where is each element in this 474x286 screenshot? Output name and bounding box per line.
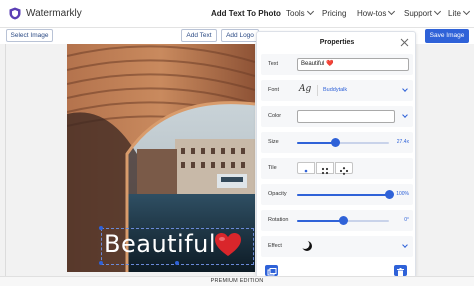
opacity-row: Opacity 100% [261,184,413,205]
color-label: Color [268,113,282,119]
close-icon[interactable] [400,38,409,47]
slider-fill [297,142,336,144]
nav-add-text-to-photo[interactable]: Add Text To Photo [211,9,281,18]
chevron-down-icon [388,7,396,16]
rotation-value: 0° [404,217,409,223]
rotation-row: Rotation 0° [261,210,413,231]
resize-handle[interactable] [99,261,103,265]
slider-fill [297,220,343,222]
duplicate-button[interactable] [265,265,278,276]
chevron-down-icon [306,7,314,16]
effect-row[interactable]: Effect [261,236,413,257]
opacity-label: Opacity [268,191,287,197]
chevron-down-icon[interactable] [402,242,408,248]
moon-effect-icon [301,240,312,251]
opacity-slider-thumb[interactable] [384,190,394,199]
nav-tools[interactable]: Tools [286,7,314,18]
watermark-text[interactable]: Beautiful [104,230,216,258]
text-input[interactable]: Beautiful ❤️ [297,58,409,71]
top-navigation: Watermarkly Add Text To Photo Tools Pric… [0,0,474,28]
tile-label: Tile [268,165,277,171]
font-icon: Ag [299,84,312,94]
delete-button[interactable] [394,265,407,277]
tile-diamond-icon [339,167,349,175]
nav-how-tos[interactable]: How-tos [357,7,396,18]
brand-name[interactable]: Watermarkly [26,8,82,19]
properties-panel: Properties Text Beautiful ❤️ Font Ag Bud… [256,31,416,278]
nav-support[interactable]: Support [404,7,442,18]
rotation-slider-thumb[interactable] [338,216,348,225]
chevron-down-icon[interactable] [402,112,408,118]
nav-tools-label: Tools [286,9,305,18]
chevron-down-icon[interactable] [402,86,408,92]
color-picker[interactable] [297,110,395,123]
tile-single-icon [304,169,308,173]
color-row: Color [261,106,413,127]
rotation-slider[interactable] [297,216,389,225]
tile-diamond-button[interactable] [335,162,353,175]
text-label: Text [268,61,279,67]
panel-title: Properties [319,39,355,46]
resize-handle[interactable] [99,226,103,230]
size-row: Size 27.4x [261,132,413,153]
text-row: Text Beautiful ❤️ [261,54,413,75]
tile-single-button[interactable] [297,162,315,174]
heart-icon [215,233,241,256]
nav-lite-label: Lite [448,9,461,18]
font-row[interactable]: Font Ag Buddytalk [261,80,413,101]
opacity-slider[interactable] [297,190,394,199]
nav-support-label: Support [404,9,433,18]
shield-logo-icon[interactable] [9,7,21,20]
size-slider[interactable] [297,138,389,147]
size-slider-thumb[interactable] [331,138,341,147]
save-image-button[interactable]: Save Image [425,29,469,43]
font-name[interactable]: Buddytalk [323,87,347,93]
tile-row: Tile [261,158,413,179]
edition-label: PREMIUM EDITION [210,278,264,284]
font-label: Font [268,87,280,93]
add-text-button[interactable]: Add Text [181,29,217,42]
opacity-value: 100% [396,191,409,197]
size-label: Size [268,139,279,145]
effect-label: Effect [268,243,282,249]
add-logo-button[interactable]: Add Logo [221,29,259,42]
divider [317,85,318,96]
slider-fill [297,194,389,196]
rotation-label: Rotation [268,217,289,223]
chevron-down-icon [462,7,470,16]
size-value: 27.4x [396,139,409,145]
nav-lite[interactable]: Lite [448,7,470,18]
divider [5,44,6,276]
resize-handle[interactable] [175,261,179,265]
select-image-button[interactable]: Select Image [6,29,53,42]
tile-grid-button[interactable] [316,162,334,175]
nav-pricing[interactable]: Pricing [322,9,346,18]
nav-how-tos-label: How-tos [357,9,387,18]
tile-grid-icon [321,167,329,175]
chevron-down-icon [433,7,442,16]
